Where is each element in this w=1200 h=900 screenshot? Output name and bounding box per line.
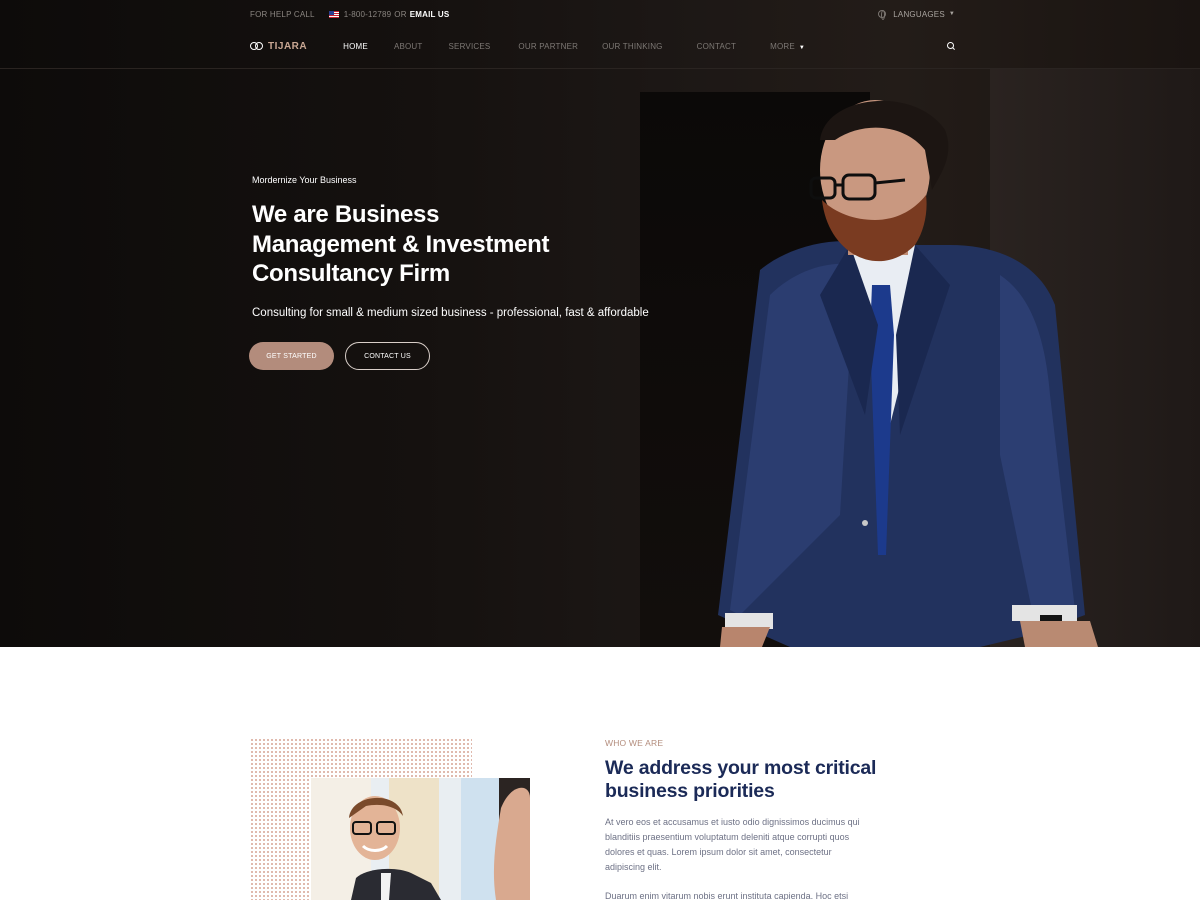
languages-dropdown[interactable]: LANGUAGES ▼: [878, 9, 955, 20]
hero-title-line: Management & Investment: [252, 230, 550, 258]
phone-number-link[interactable]: 1-800-12789: [344, 10, 392, 19]
nav-item-more-label: MORE: [770, 41, 795, 51]
email-us-link[interactable]: EMAIL US: [410, 10, 450, 19]
nav-menu: HOME ABOUT SERVICES OUR PARTNER OUR THIN…: [343, 42, 805, 51]
section-title: We address your most critical business p…: [605, 757, 925, 803]
about-paragraph: At vero eos et accusamus et iusto odio d…: [605, 817, 860, 872]
nav-item-contact[interactable]: CONTACT: [697, 42, 736, 51]
hero-businessman-image: [718, 100, 1098, 647]
help-call-label: FOR HELP CALL: [250, 9, 315, 19]
logo-text: TIJARA: [268, 40, 308, 52]
nav-item-about[interactable]: ABOUT: [394, 42, 423, 51]
search-icon[interactable]: [947, 42, 955, 50]
globe-icon: [878, 10, 887, 20]
nav-item-our-partner[interactable]: OUR PARTNER: [518, 42, 578, 51]
get-started-button[interactable]: GET STARTED: [249, 342, 334, 370]
hero-subtitle: Consulting for small & medium sized busi…: [252, 307, 649, 319]
chevron-down-icon: ▼: [948, 11, 955, 17]
chevron-down-icon: ▼: [798, 44, 806, 51]
hero-title-line: We are Business: [252, 201, 440, 228]
top-utility-bar: FOR HELP CALL 1-800-12789 OR EMAIL US LA…: [250, 0, 955, 28]
nav-item-more[interactable]: MORE ▼: [770, 42, 805, 51]
nav-item-our-thinking[interactable]: OUR THINKING: [602, 42, 662, 51]
hero-eyebrow: Mordernize Your Business: [252, 175, 357, 185]
logo-rings-icon: [250, 42, 264, 50]
or-separator: OR: [394, 9, 407, 19]
nav-divider: [0, 68, 1200, 69]
flag-us-icon: [328, 10, 339, 18]
main-navigation: TIJARA HOME ABOUT SERVICES OUR PARTNER O…: [250, 30, 955, 62]
languages-label: LANGUAGES: [893, 9, 945, 19]
hero-section: [0, 0, 1200, 647]
about-team-image: [311, 778, 530, 900]
about-paragraph: Duarum enim vitarum nobis erunt institut…: [605, 891, 849, 900]
contact-us-button[interactable]: CONTACT US: [345, 342, 430, 370]
hero-title-line: Consultancy Firm: [252, 260, 450, 287]
site-logo[interactable]: TIJARA: [250, 41, 307, 52]
section-title-line: We address your most critical: [605, 757, 877, 779]
nav-item-home[interactable]: HOME: [343, 42, 368, 51]
hero-title: We are Business Management & Investment …: [252, 200, 672, 289]
section-label: WHO WE ARE: [605, 738, 664, 748]
nav-item-services[interactable]: SERVICES: [449, 42, 491, 51]
section-title-line: business priorities: [605, 780, 775, 802]
